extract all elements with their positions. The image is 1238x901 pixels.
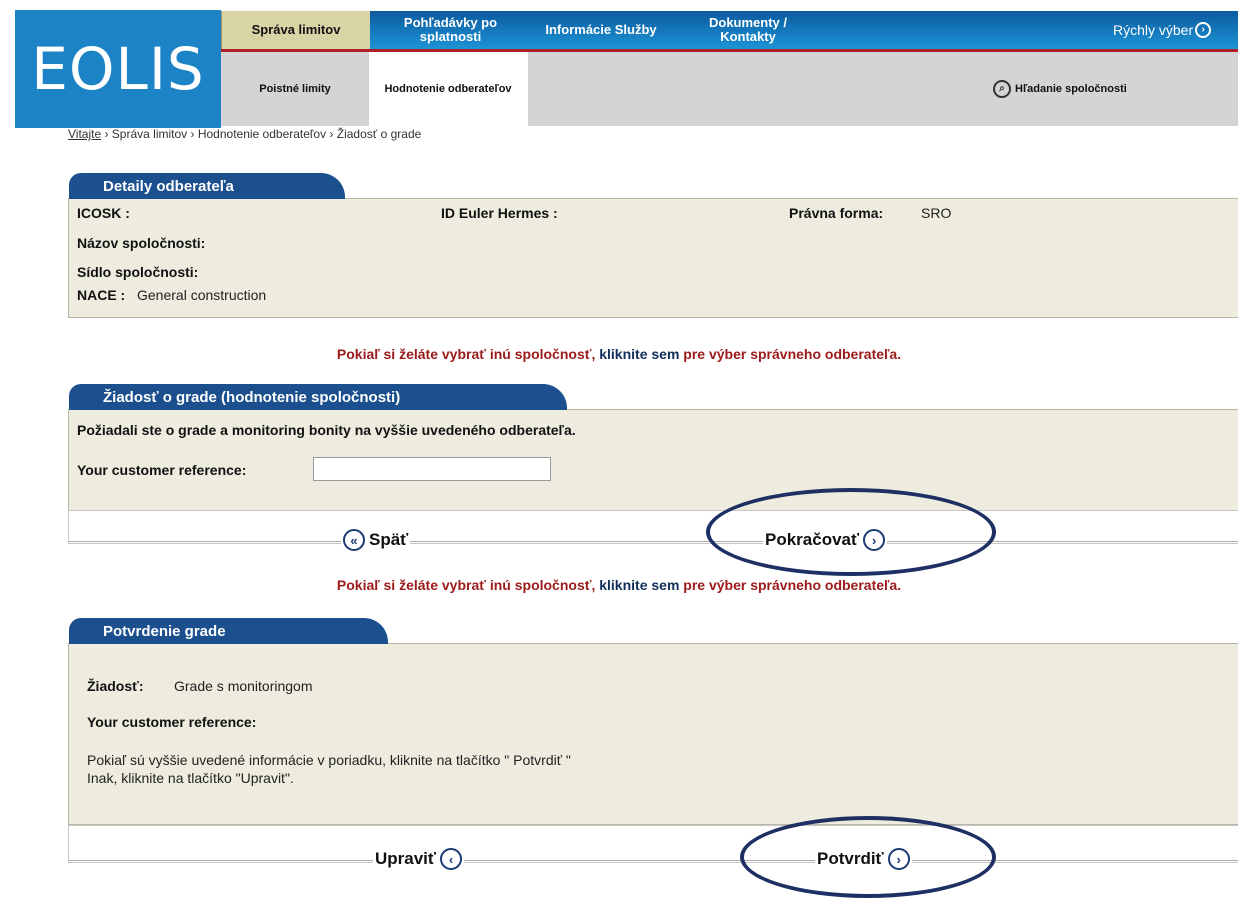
- breadcrumb: Vitajte › Správa limitov › Hodnotenie od…: [68, 127, 421, 141]
- subtab-label: Hodnotenie odberateľov: [384, 83, 512, 95]
- edit-button[interactable]: Upraviť ‹: [373, 848, 465, 870]
- breadcrumb-path: › Správa limitov › Hodnotenie odberateľo…: [101, 127, 422, 141]
- nace-label: NACE :: [77, 287, 126, 303]
- customer-reference-label: Your customer reference:: [77, 462, 247, 478]
- company-seat-label: Sídlo spoločnosti:: [77, 264, 199, 280]
- tab-pohladavky[interactable]: Pohľadávky po splatnosti: [373, 11, 528, 49]
- confirm-info-text: Pokiaľ sú vyššie uvedené informácie v po…: [87, 752, 571, 768]
- tab-label: Dokumenty / Kontakty: [708, 15, 787, 44]
- quick-select-label: Rýchly výber: [1113, 22, 1194, 38]
- notice-text: pre výber správneho odberateľa.: [679, 346, 902, 362]
- customer-reference-input[interactable]: [313, 457, 551, 481]
- quick-select[interactable]: Rýchly výber ›: [1113, 11, 1238, 49]
- request-type-value: Grade s monitoringom: [174, 678, 313, 694]
- edit-info-text: Inak, kliknite na tlačítko "Upravit".: [87, 770, 294, 786]
- icosk-label: ICOSK :: [77, 205, 130, 221]
- edit-label: Upraviť: [375, 849, 437, 868]
- legal-form-label: Právna forma:: [789, 205, 884, 221]
- panel-title: Potvrdenie grade: [103, 622, 226, 640]
- subtab-hodnotenie[interactable]: Hodnotenie odberateľov: [373, 52, 523, 126]
- nace-value: General construction: [137, 287, 267, 303]
- main-nav: Správa limitov Pohľadávky po splatnosti …: [221, 11, 1238, 49]
- tab-label: Správa limitov: [251, 22, 341, 37]
- tab-dokumenty[interactable]: Dokumenty / Kontakty: [683, 11, 813, 49]
- company-search-link[interactable]: ⌕ Hľadanie spoločnosti: [993, 52, 1193, 126]
- subtab-poistne-limity[interactable]: Poistné limity: [221, 52, 369, 126]
- company-search-label: Hľadanie spoločnosti: [1015, 83, 1127, 95]
- highlight-ellipse-continue: [706, 488, 996, 576]
- back-label: Späť: [369, 530, 409, 549]
- divider-line: [69, 860, 1238, 861]
- chevron-right-icon: ›: [1195, 22, 1212, 38]
- divider-line: [69, 541, 1238, 542]
- tab-informacie[interactable]: Informácie Služby: [541, 11, 661, 49]
- panel-header: Žiadosť o grade (hodnotenie spoločnosti): [69, 384, 567, 410]
- highlight-ellipse-confirm: [740, 816, 996, 898]
- grade-confirm-panel: Potvrdenie grade Žiadosť: Grade s monito…: [68, 618, 1238, 825]
- notice-text: pre výber správneho odberateľa.: [679, 577, 902, 593]
- panel-title: Detaily odberateľa: [103, 177, 234, 195]
- change-company-link[interactable]: kliknite sem: [599, 346, 679, 362]
- tab-label: Informácie Služby: [545, 22, 657, 37]
- breadcrumb-home-link[interactable]: Vitajte: [68, 127, 101, 141]
- confirm-button-row: Upraviť ‹ Potvrdiť ›: [68, 825, 1238, 870]
- subtab-label: Poistné limity: [259, 83, 331, 95]
- grade-request-panel: Žiadosť o grade (hodnotenie spoločnosti)…: [68, 384, 1238, 511]
- panel-header: Detaily odberateľa: [69, 173, 345, 199]
- notice-text: Pokiaľ si želáte vybrať inú spoločnosť,: [336, 577, 600, 593]
- customer-reference-label: Your customer reference:: [87, 714, 257, 730]
- request-button-row: « Späť Pokračovať ›: [68, 510, 1238, 551]
- chevron-left-icon: ‹: [440, 848, 463, 870]
- back-button[interactable]: « Späť: [341, 529, 411, 551]
- legal-form-value: SRO: [921, 205, 952, 221]
- panel-title: Žiadosť o grade (hodnotenie spoločnosti): [103, 388, 401, 406]
- company-name-label: Názov spoločnosti:: [77, 235, 206, 251]
- tab-label: Pohľadávky po splatnosti: [403, 15, 498, 44]
- change-company-notice: Pokiaľ si želáte vybrať inú spoločnosť, …: [0, 346, 1238, 362]
- customer-details-panel: Detaily odberateľa ICOSK : ID Euler Herm…: [68, 173, 1238, 318]
- request-type-label: Žiadosť:: [87, 678, 144, 694]
- logo-text: EOLIS: [31, 35, 205, 103]
- change-company-link[interactable]: kliknite sem: [599, 577, 679, 593]
- request-info-text: Požiadali ste o grade a monitoring bonit…: [77, 422, 576, 438]
- change-company-notice: Pokiaľ si želáte vybrať inú spoločnosť, …: [0, 577, 1238, 593]
- sub-nav: Poistné limity Hodnotenie odberateľov ⌕ …: [221, 52, 1238, 126]
- search-icon: ⌕: [993, 80, 1011, 98]
- notice-text: Pokiaľ si želáte vybrať inú spoločnosť,: [336, 346, 600, 362]
- euler-id-label: ID Euler Hermes :: [441, 205, 558, 221]
- eolis-logo: EOLIS: [15, 10, 221, 128]
- panel-header: Potvrdenie grade: [69, 618, 388, 644]
- tab-sprava-limitov[interactable]: Správa limitov: [221, 11, 370, 49]
- rewind-icon: «: [343, 529, 365, 551]
